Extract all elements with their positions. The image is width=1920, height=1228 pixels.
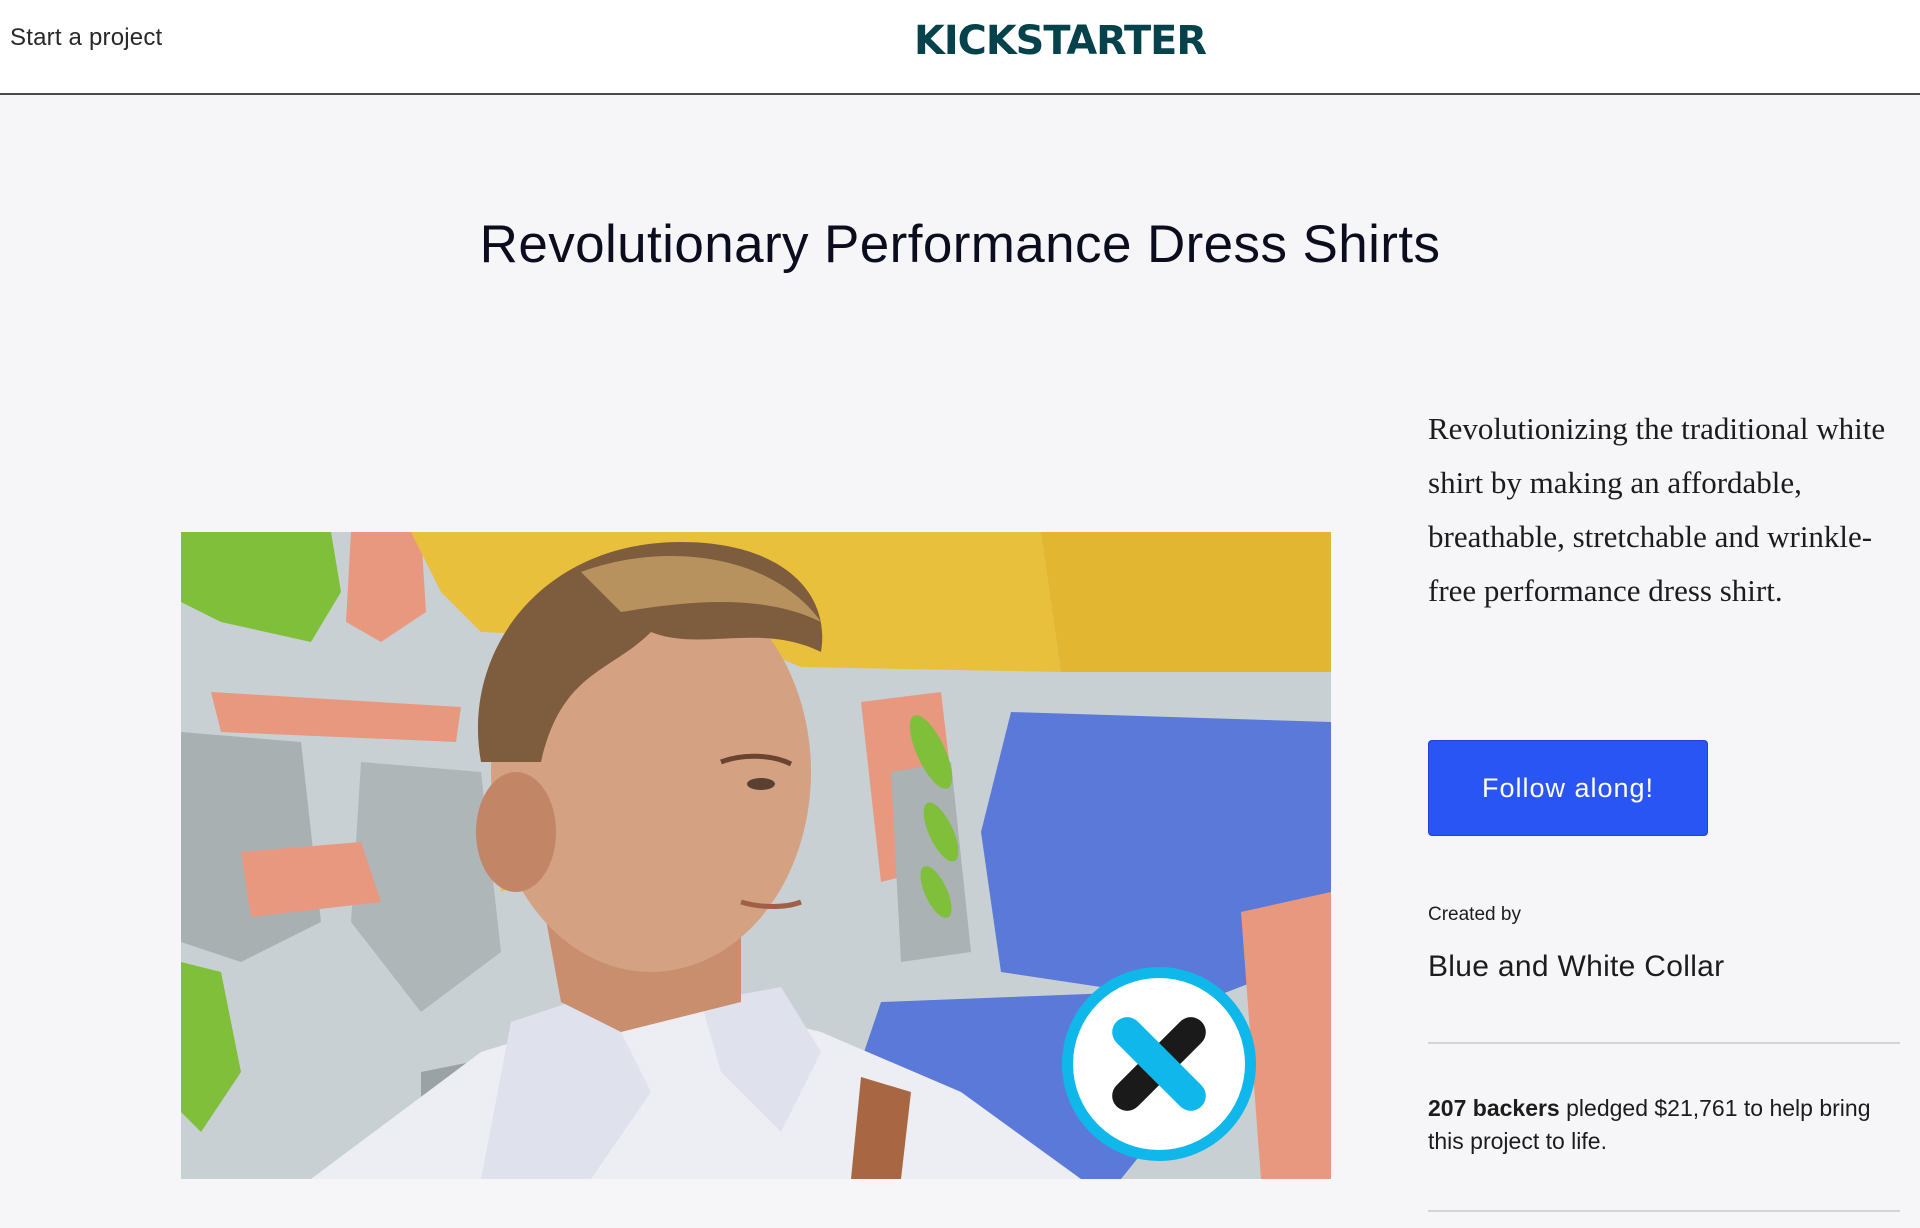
project-sidebar: Revolutionizing the traditional white sh…: [1428, 402, 1900, 1212]
divider: [1428, 1210, 1900, 1212]
creator-name-link[interactable]: Blue and White Collar: [1428, 950, 1724, 984]
funding-stats: 207 backers pledged $21,761 to help brin…: [1428, 1092, 1900, 1158]
top-nav: Start a project KICKSTARTER: [0, 0, 1920, 95]
project-blurb: Revolutionizing the traditional white sh…: [1428, 411, 1886, 608]
start-project-link[interactable]: Start a project: [10, 24, 162, 52]
created-by-label: Created by: [1428, 904, 1521, 925]
project-title: Revolutionary Performance Dress Shirts: [479, 215, 1441, 274]
backers-count: 207 backers: [1428, 1095, 1560, 1121]
follow-along-button[interactable]: Follow along!: [1428, 740, 1708, 836]
project-hero-image[interactable]: [181, 532, 1331, 1179]
divider: [1428, 1042, 1900, 1044]
svg-text:KICKSTARTER: KICKSTARTER: [914, 18, 1206, 60]
kickstarter-logo[interactable]: KICKSTARTER: [914, 18, 1210, 60]
